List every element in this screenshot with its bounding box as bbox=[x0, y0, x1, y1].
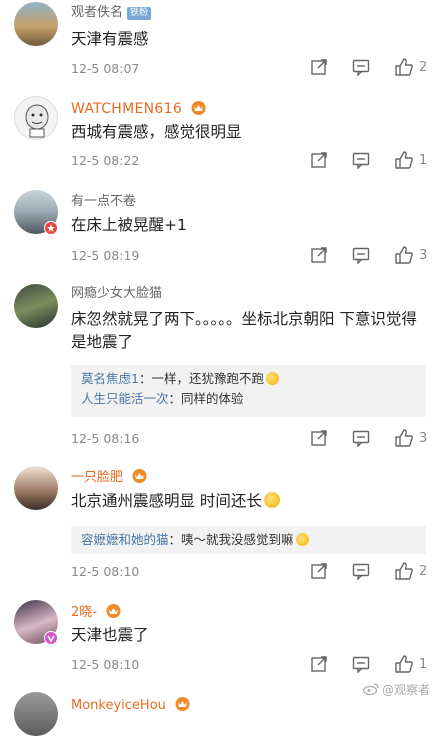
avatar[interactable] bbox=[14, 96, 58, 140]
comment-icon[interactable] bbox=[352, 655, 370, 673]
reply-box[interactable]: 容嬷嬷和她的猫：咦～就我没感觉到嘛 bbox=[71, 526, 426, 554]
reply-username[interactable]: 莫名焦虑1 bbox=[81, 371, 139, 386]
like-count: 1 bbox=[419, 657, 428, 672]
comment-icon[interactable] bbox=[352, 58, 370, 76]
fan-badge: 铁粉 bbox=[127, 7, 152, 20]
comment-icon[interactable] bbox=[352, 151, 370, 169]
watermark: @观察者 bbox=[362, 681, 430, 698]
username[interactable]: 有一点不卷 bbox=[71, 194, 136, 210]
comment-icon[interactable] bbox=[352, 429, 370, 447]
like-count: 3 bbox=[419, 431, 428, 446]
reply-text: 一样，还犹豫跑不跑 bbox=[151, 371, 264, 386]
username-text[interactable]: 网瘾少女大脸猫 bbox=[71, 286, 162, 301]
comment-text-content: 北京通州震感明显 时间还长 bbox=[71, 492, 262, 510]
reply-username[interactable]: 容嬷嬷和她的猫 bbox=[81, 532, 169, 547]
share-icon[interactable] bbox=[310, 562, 328, 580]
reply-item: 莫名焦虑1：一样，还犹豫跑不跑 bbox=[81, 369, 416, 389]
reply-box[interactable]: 莫名焦虑1：一样，还犹豫跑不跑 人生只能活一次：同样的体验 bbox=[71, 365, 426, 417]
share-icon[interactable] bbox=[310, 58, 328, 76]
share-icon[interactable] bbox=[310, 151, 328, 169]
comment-text: 床忽然就晃了两下。。。。。坐标北京朝阳 下意识觉得是地震了 bbox=[71, 310, 417, 351]
share-icon[interactable] bbox=[310, 429, 328, 447]
laugh-emoji-icon bbox=[265, 372, 279, 385]
like-icon[interactable] bbox=[394, 654, 414, 674]
username-text[interactable]: 2晓- bbox=[71, 605, 97, 620]
comment-time: 12-5 08:16 bbox=[71, 431, 140, 446]
like-count: 2 bbox=[419, 564, 428, 579]
username-text[interactable]: MonkeyiceHou bbox=[71, 698, 166, 713]
like-count: 2 bbox=[419, 60, 428, 75]
cartoon-face-icon bbox=[25, 104, 49, 138]
comment-text: 天津也震了 bbox=[71, 626, 149, 644]
username-text[interactable]: 有一点不卷 bbox=[71, 194, 136, 209]
comment-time: 12-5 08:19 bbox=[71, 248, 140, 263]
like-icon[interactable] bbox=[394, 245, 414, 265]
share-icon[interactable] bbox=[310, 246, 328, 264]
comment-time: 12-5 08:07 bbox=[71, 61, 140, 76]
weibo-logo-icon bbox=[362, 683, 379, 695]
comment-time: 12-5 08:10 bbox=[71, 564, 140, 579]
reply-item: 容嬷嬷和她的猫：咦～就我没感觉到嘛 bbox=[81, 530, 416, 550]
laugh-emoji-icon bbox=[263, 492, 280, 508]
username[interactable]: 观者佚名 铁粉 bbox=[71, 5, 152, 21]
like-icon[interactable] bbox=[394, 561, 414, 581]
comment-time: 12-5 08:10 bbox=[71, 657, 140, 672]
username-text[interactable]: 观者佚名 bbox=[71, 5, 123, 20]
comment-text: 在床上被晃醒+1 bbox=[71, 216, 187, 234]
username[interactable]: 一只脸肥 bbox=[71, 468, 148, 486]
avatar[interactable] bbox=[14, 2, 58, 46]
username[interactable]: MonkeyiceHou bbox=[71, 696, 191, 714]
comment-icon[interactable] bbox=[352, 246, 370, 264]
username-text[interactable]: 一只脸肥 bbox=[71, 470, 123, 485]
reply-text: 咦～就我没感觉到嘛 bbox=[181, 532, 294, 547]
reply-item: 人生只能活一次：同样的体验 bbox=[81, 391, 244, 406]
vip-badge-icon bbox=[44, 221, 58, 235]
share-icon[interactable] bbox=[310, 655, 328, 673]
vip-crown-icon bbox=[106, 604, 121, 618]
laugh-emoji-icon bbox=[295, 533, 309, 546]
vip-badge-icon bbox=[44, 631, 58, 645]
like-count: 3 bbox=[419, 248, 428, 263]
comment-text: 天津有震感 bbox=[71, 30, 149, 48]
vip-crown-icon bbox=[132, 469, 147, 483]
like-icon[interactable] bbox=[394, 428, 414, 448]
comment-text: 北京通州震感明显 时间还长 bbox=[71, 490, 426, 513]
username-text[interactable]: WATCHMEN616 bbox=[71, 101, 182, 117]
like-icon[interactable] bbox=[394, 57, 414, 77]
watermark-text: @观察者 bbox=[381, 683, 430, 697]
username[interactable]: WATCHMEN616 bbox=[71, 100, 207, 118]
username[interactable]: 2晓- bbox=[71, 603, 122, 621]
reply-username[interactable]: 人生只能活一次 bbox=[81, 391, 169, 406]
comment-time: 12-5 08:22 bbox=[71, 153, 140, 168]
reply-text: 同样的体验 bbox=[181, 391, 244, 406]
like-count: 1 bbox=[419, 153, 428, 168]
vip-crown-icon bbox=[191, 101, 206, 115]
comment-text: 西城有震感，感觉很明显 bbox=[71, 123, 242, 141]
avatar[interactable] bbox=[14, 692, 58, 736]
comment-icon[interactable] bbox=[352, 562, 370, 580]
username[interactable]: 网瘾少女大脸猫 bbox=[71, 286, 162, 302]
avatar[interactable] bbox=[14, 466, 58, 510]
like-icon[interactable] bbox=[394, 150, 414, 170]
avatar[interactable] bbox=[14, 284, 58, 328]
